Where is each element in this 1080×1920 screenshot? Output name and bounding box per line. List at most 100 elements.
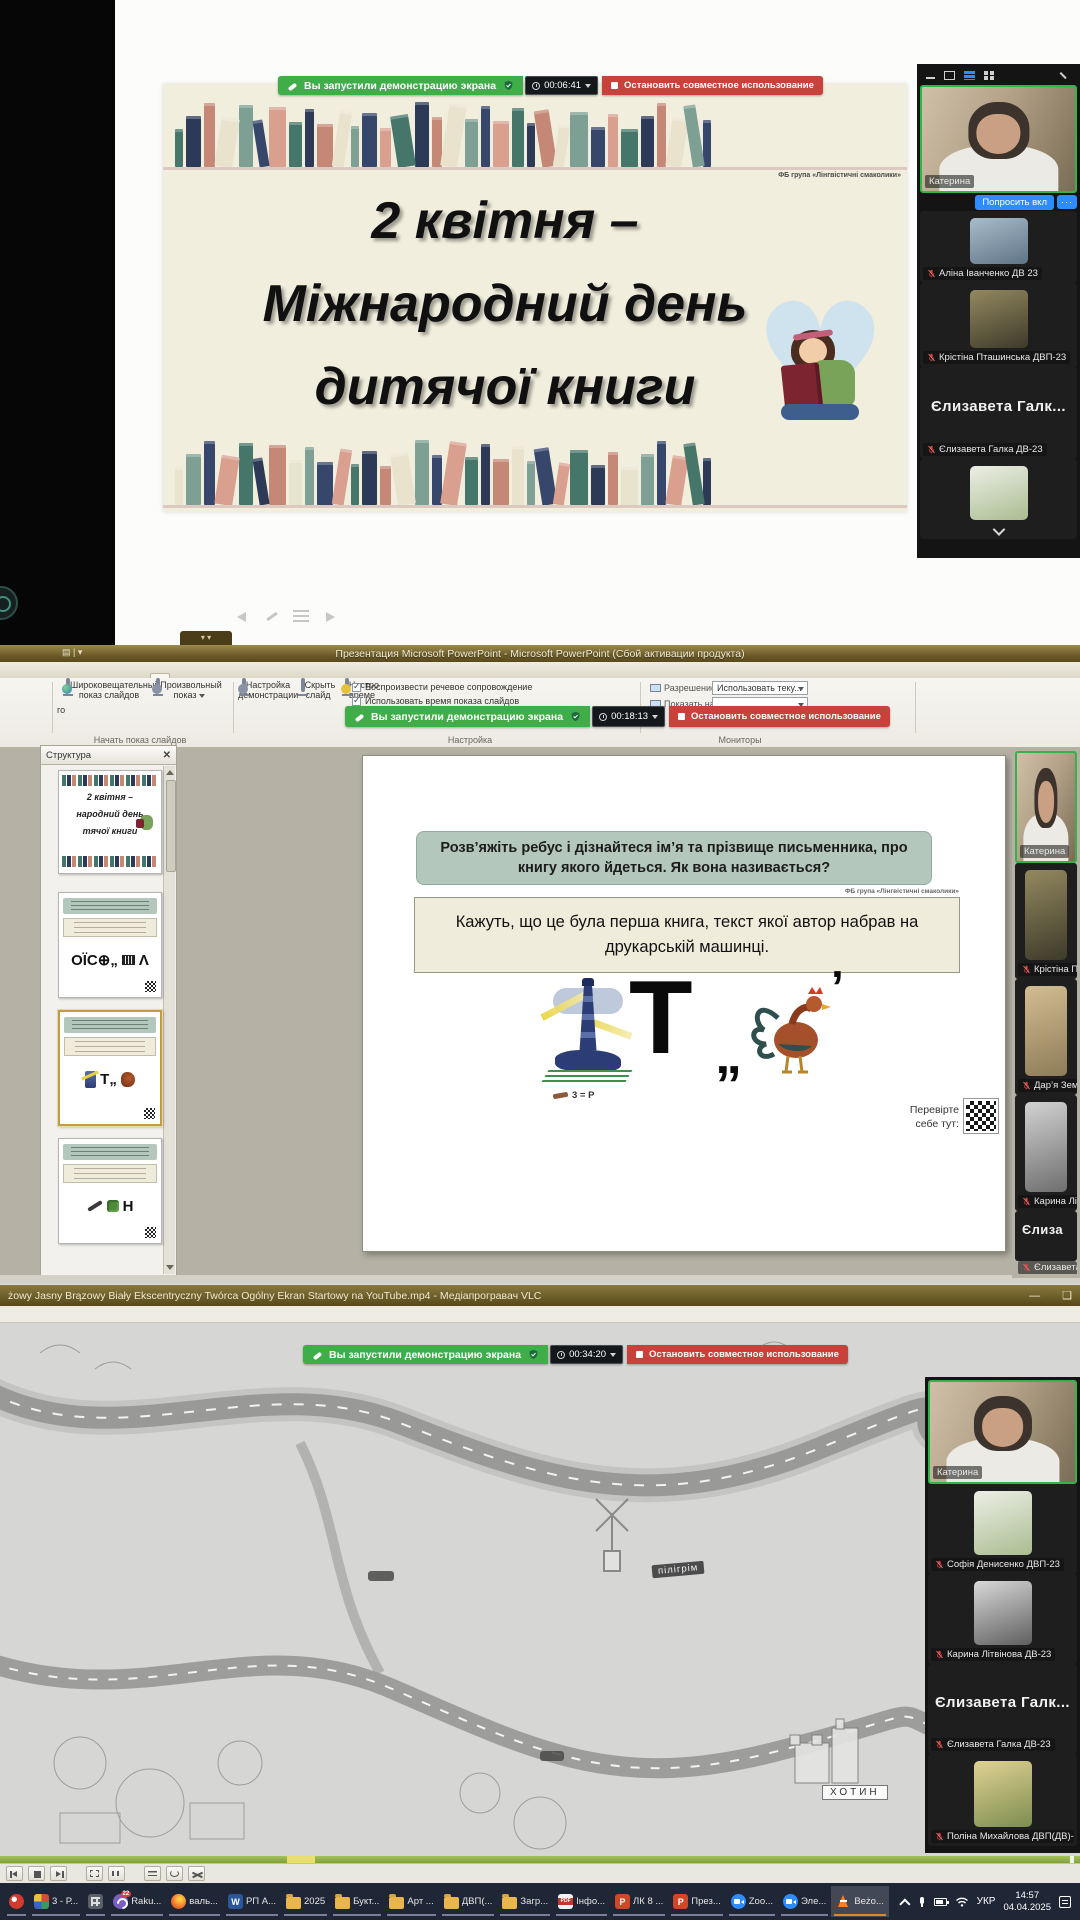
taskbar-item[interactable]: 3 - Р... — [29, 1886, 83, 1917]
vlc-menu-item[interactable] — [56, 1313, 70, 1315]
taskbar-item[interactable] — [83, 1886, 108, 1917]
shuffle-button[interactable] — [188, 1866, 205, 1881]
thumbnails-scrollbar[interactable] — [163, 766, 175, 1274]
participant-tile[interactable]: Карина Літвінова ДВ-23 — [928, 1574, 1077, 1664]
window-icon[interactable] — [944, 71, 955, 80]
powerpoint-titlebar[interactable]: ▤ | ▾ Презентация Microsoft PowerPoint -… — [0, 645, 1080, 662]
tray-expand-icon[interactable] — [899, 1898, 910, 1909]
minimize-button[interactable]: — — [1029, 1290, 1040, 1302]
taskbar-item[interactable]: W РП А... — [223, 1886, 281, 1917]
taskbar-item[interactable]: 2025 — [281, 1886, 330, 1917]
hide-slide-button[interactable]: Скрыть слайд — [296, 680, 340, 701]
taskbar-item[interactable] — [4, 1886, 29, 1917]
stop-share-button[interactable]: Остановить совместное использование — [627, 1345, 848, 1364]
stop-button[interactable] — [28, 1866, 45, 1881]
participant-tile[interactable]: Дар’я Зем — [1015, 979, 1077, 1095]
narration-checkbox[interactable]: Воспроизвести речевое сопровождение — [352, 682, 532, 692]
scroll-down-chevron-icon[interactable] — [992, 523, 1005, 536]
tray-battery-icon[interactable] — [934, 1898, 947, 1906]
taskbar-item[interactable]: P ЛК 8 ... — [610, 1886, 668, 1917]
share-timer[interactable]: 00:34:20 — [550, 1345, 623, 1364]
vlc-seekbar[interactable] — [0, 1856, 1080, 1863]
gallery-view-icon[interactable] — [984, 71, 995, 80]
taskbar-item[interactable]: P През... — [668, 1886, 725, 1917]
tray-wifi-icon[interactable] — [955, 1896, 969, 1907]
tray-mic-icon[interactable] — [919, 1897, 926, 1907]
equalizer-button[interactable] — [108, 1866, 125, 1881]
taskbar-item[interactable]: Zoo... — [726, 1886, 778, 1917]
previous-button[interactable] — [6, 1866, 23, 1881]
setup-show-button[interactable]: Настройка демонстрации — [238, 680, 294, 701]
participant-tile[interactable]: Попросить вкл ··· — [920, 193, 1077, 211]
slide-thumbnail[interactable]: Н — [58, 1138, 162, 1244]
share-timer[interactable]: 00:06:41 — [525, 76, 598, 95]
slide-editing-area[interactable]: Розв’яжіть ребус і дізнайтеся ім’я та пр… — [362, 755, 1006, 1252]
slide-thumbnail[interactable]: Т„ — [58, 1010, 162, 1126]
tray-clock[interactable]: 14:57 04.04.2025 — [1003, 1890, 1051, 1913]
more-options-button[interactable]: ··· — [1057, 195, 1077, 209]
participant-tile[interactable]: Єлизавета Галк... Єлизавета Галка ДВ-23 — [920, 367, 1077, 459]
close-icon[interactable]: ✕ — [163, 750, 171, 761]
taskbar-item[interactable]: Інфо... — [553, 1886, 610, 1917]
expand-icon[interactable] — [1060, 71, 1071, 80]
speaker-view-icon[interactable] — [964, 71, 975, 80]
taskbar-item[interactable]: Beżo... — [831, 1886, 889, 1917]
pen-tool-icon[interactable] — [264, 610, 280, 624]
use-timings-checkbox[interactable]: Использовать время показа слайдов — [352, 696, 519, 706]
quick-access-icons[interactable]: ▤ | ▾ — [62, 647, 82, 658]
taskbar-item[interactable]: Загр... — [497, 1886, 553, 1917]
fullscreen-button[interactable] — [86, 1866, 103, 1881]
vlc-menu-item[interactable] — [104, 1313, 118, 1315]
participant-tile[interactable]: Карина Лі — [1015, 1095, 1077, 1211]
next-button[interactable] — [50, 1866, 67, 1881]
stop-share-button[interactable]: Остановить совместное использование — [669, 706, 890, 727]
vlc-menu-item[interactable] — [8, 1313, 22, 1315]
taskbar-item[interactable]: Эле... — [778, 1886, 831, 1917]
slide-thumbnail[interactable]: 2 квітня –народний деньтячої книги — [58, 770, 162, 874]
vlc-menu-item[interactable] — [24, 1313, 38, 1315]
participant-tile[interactable]: Поліна Михайлова ДВП(ДВ)-23 — [928, 1754, 1077, 1846]
custom-show-button[interactable]: Произвольный показ — [152, 680, 226, 701]
share-timer[interactable]: 00:18:13 — [592, 706, 665, 727]
vlc-menu-item[interactable] — [40, 1313, 54, 1315]
participant-tile[interactable]: Катерина — [928, 1380, 1077, 1484]
participant-tile[interactable]: Катерина — [1015, 751, 1077, 863]
quick-access-toolbar[interactable]: ▾ ▾ — [180, 631, 232, 645]
outline-tab[interactable]: Структура — [46, 750, 91, 761]
taskbar-item[interactable]: 22 Raku... — [108, 1886, 166, 1917]
scroll-down-icon[interactable] — [166, 1265, 174, 1270]
taskbar-item[interactable]: ДВП(... — [439, 1886, 498, 1917]
participant-tile[interactable]: Єлизавета — [1015, 1261, 1077, 1277]
broadcast-slideshow-button[interactable]: Широковещательный показ слайдов — [66, 680, 152, 701]
resolution-dropdown[interactable]: Использовать теку... — [712, 681, 808, 695]
vlc-menu-item[interactable] — [72, 1313, 86, 1315]
slide-thumbnail[interactable]: ОЇС⊕„ Λ — [58, 892, 162, 998]
keyboard-language[interactable]: УКР — [977, 1896, 996, 1907]
participant-tile[interactable]: Єлиза — [1015, 1211, 1077, 1261]
participant-tile[interactable] — [920, 459, 1077, 539]
taskbar-item[interactable]: Арт ... — [384, 1886, 438, 1917]
taskbar-item[interactable]: Букт... — [330, 1886, 384, 1917]
previous-slide-icon[interactable] — [235, 610, 251, 624]
participant-tile[interactable]: Аліна Іванченко ДВ 23 — [920, 211, 1077, 283]
ask-unmute-button[interactable]: Попросить вкл — [975, 195, 1054, 210]
vlc-video-area[interactable]: пілігрім ХОТИН — [0, 1323, 1080, 1856]
next-slide-icon[interactable] — [322, 610, 338, 624]
slide-menu-icon[interactable] — [293, 610, 309, 624]
vlc-menu-item[interactable] — [88, 1313, 102, 1315]
participant-tile[interactable]: Єлизавета Галк... Єлизавета Галка ДВ-23 — [928, 1664, 1077, 1754]
vlc-titlebar[interactable]: żowy Jasny Brązowy Biały Ekscentryczny T… — [0, 1285, 1080, 1306]
scroll-up-icon[interactable] — [166, 770, 174, 775]
action-center-icon[interactable] — [1059, 1896, 1071, 1908]
stop-share-button[interactable]: Остановить совместное использование — [602, 76, 823, 95]
loop-button[interactable] — [166, 1866, 183, 1881]
minimize-icon[interactable] — [926, 72, 935, 79]
participant-tile[interactable]: Софія Денисенко ДВП-23 — [928, 1484, 1077, 1574]
playlist-button[interactable] — [144, 1866, 161, 1881]
maximize-button[interactable]: ❑ — [1062, 1289, 1072, 1302]
slide-title-line2: Міжнародний день — [163, 263, 847, 346]
taskbar-item[interactable]: валь... — [166, 1886, 223, 1917]
participant-tile[interactable]: Крістіна Пташинська ДВП-23 — [920, 283, 1077, 367]
participant-tile[interactable]: Крістіна П — [1015, 863, 1077, 979]
participant-tile[interactable]: Катерина — [920, 85, 1077, 193]
